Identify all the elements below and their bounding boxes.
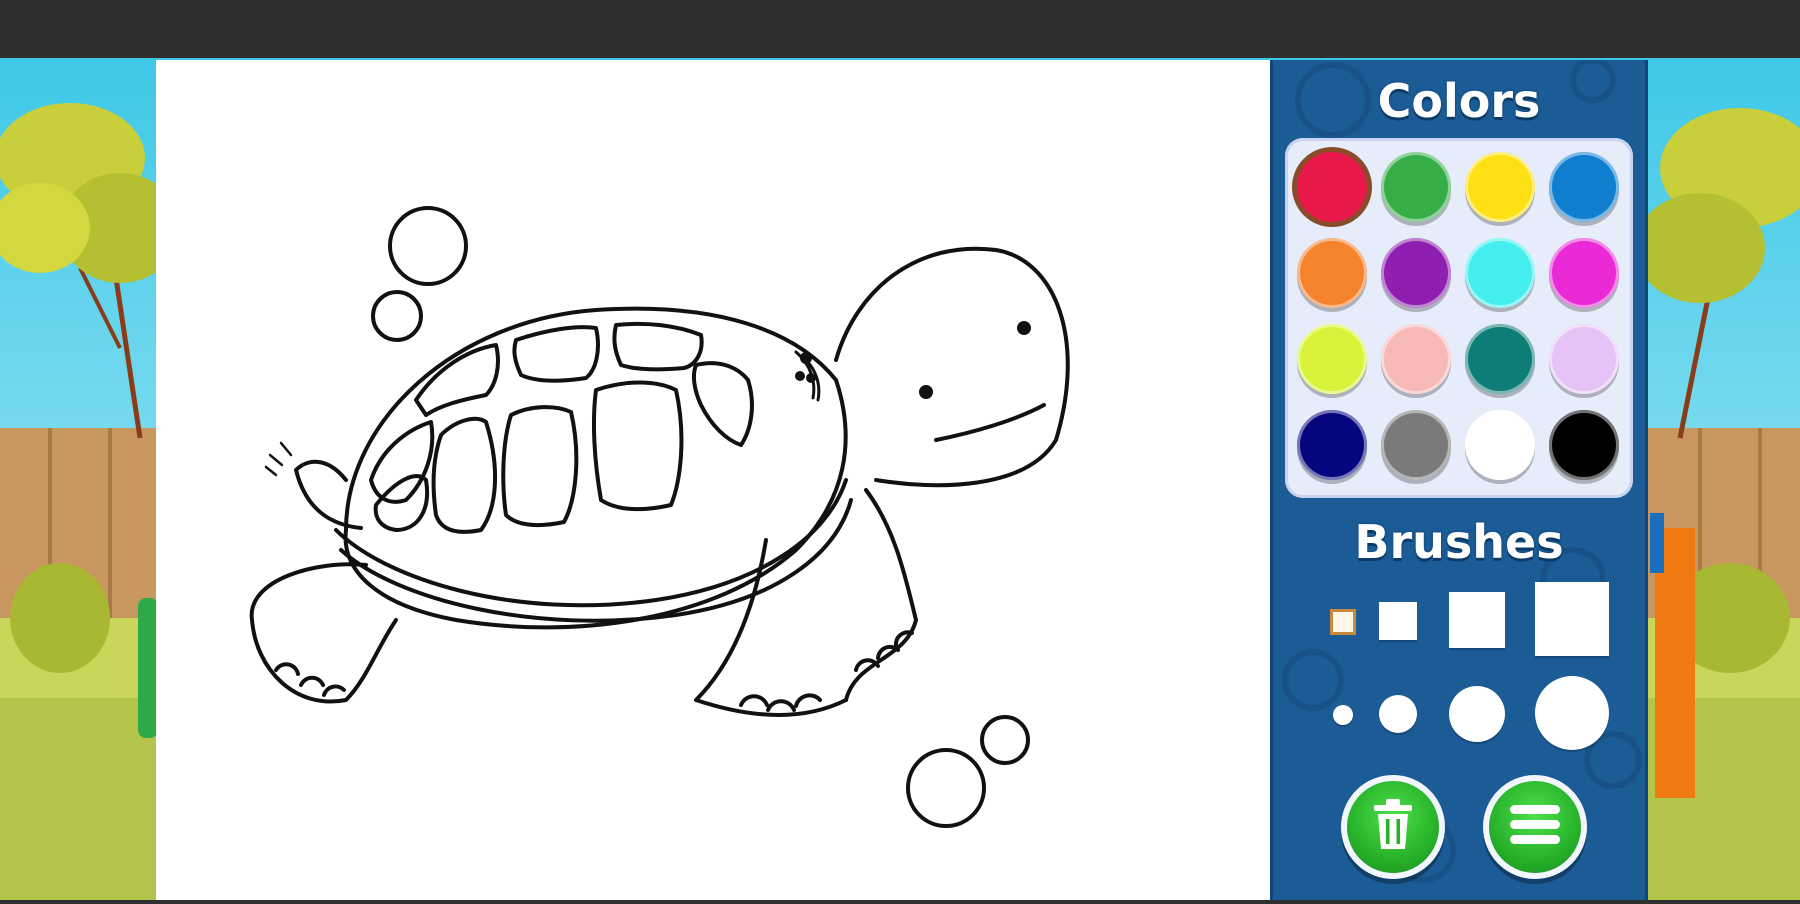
- drawing-canvas[interactable]: [156, 60, 1270, 900]
- brush-round-xs[interactable]: [1333, 705, 1353, 725]
- color-swatch-orange[interactable]: [1297, 238, 1367, 308]
- color-swatch-lime[interactable]: [1297, 324, 1367, 394]
- brush-round-sm[interactable]: [1379, 695, 1417, 733]
- trash-icon: [1368, 797, 1418, 857]
- brush-round-md[interactable]: [1449, 686, 1505, 742]
- brush-square-sm[interactable]: [1379, 602, 1417, 640]
- color-swatch-pink[interactable]: [1381, 324, 1451, 394]
- brush-square-md[interactable]: [1449, 592, 1505, 648]
- color-swatch-teal[interactable]: [1465, 324, 1535, 394]
- color-swatch-lavender[interactable]: [1549, 324, 1619, 394]
- color-swatch-navy[interactable]: [1297, 410, 1367, 480]
- color-palette: [1285, 138, 1633, 498]
- color-swatch-purple[interactable]: [1381, 238, 1451, 308]
- brush-square-xs[interactable]: [1330, 609, 1356, 635]
- brush-square-lg[interactable]: [1535, 582, 1609, 656]
- menu-icon: [1508, 801, 1562, 853]
- turtle-line-art: [249, 206, 1070, 828]
- colors-title: Colors: [1377, 74, 1541, 128]
- color-swatch-green[interactable]: [1381, 152, 1451, 222]
- color-swatch-cyan[interactable]: [1465, 238, 1535, 308]
- brush-round-lg[interactable]: [1535, 676, 1609, 750]
- top-bar: [0, 0, 1800, 58]
- clear-button[interactable]: [1341, 775, 1445, 879]
- color-swatch-red[interactable]: [1297, 152, 1367, 222]
- menu-button[interactable]: [1483, 775, 1587, 879]
- color-swatch-yellow[interactable]: [1465, 152, 1535, 222]
- color-swatch-blue[interactable]: [1549, 152, 1619, 222]
- color-swatch-magenta[interactable]: [1549, 238, 1619, 308]
- tool-panel: Colors Brushes: [1270, 60, 1648, 900]
- color-swatch-black[interactable]: [1549, 410, 1619, 480]
- color-swatch-white[interactable]: [1465, 410, 1535, 480]
- brushes-title: Brushes: [1354, 515, 1564, 569]
- color-swatch-gray[interactable]: [1381, 410, 1451, 480]
